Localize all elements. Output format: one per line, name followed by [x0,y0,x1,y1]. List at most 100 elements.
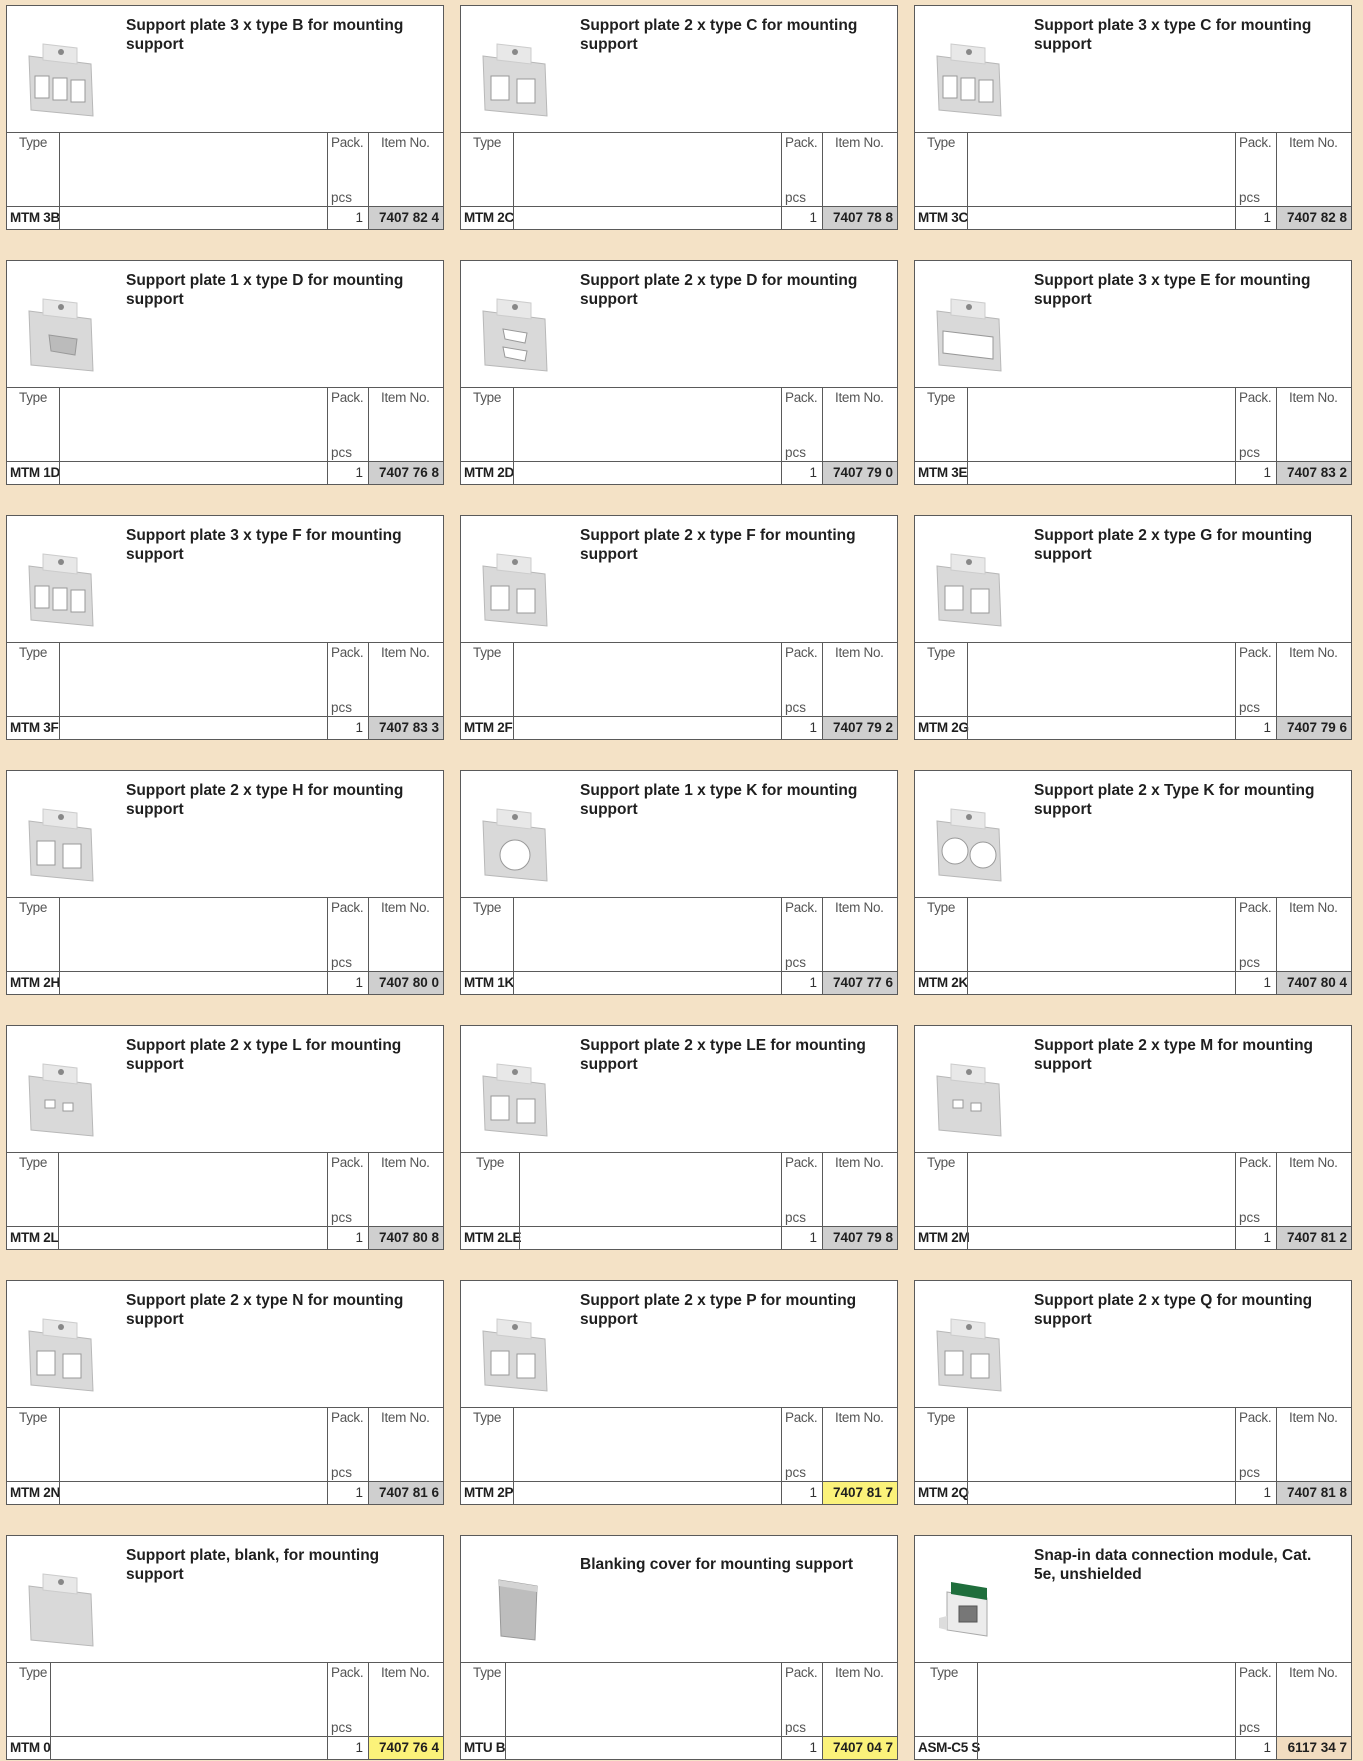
item-no-header: Item No. [381,645,430,660]
item-number: 7407 83 3 [368,717,443,739]
table-row: MTM 2P 1 7407 81 7 [461,1481,897,1504]
pack-value: 1 [1263,465,1271,480]
product-grid: Support plate 3 x type B for mounting su… [0,0,1363,1761]
pack-unit: pcs [1239,190,1261,205]
type-header: Type [473,135,502,150]
plate-2-small-icon [21,1048,101,1138]
pack-header: Pack. [331,1410,364,1425]
item-no-header: Item No. [381,900,430,915]
product-card: Support plate 2 x type F for mounting su… [460,515,898,740]
type-value: MTM 2C [464,210,514,225]
pack-unit: pcs [785,1720,807,1735]
rj45-module-icon [929,1558,1009,1648]
pack-unit: pcs [785,445,807,460]
item-no-header: Item No. [1289,390,1338,405]
pack-unit: pcs [331,445,353,460]
type-value: MTM 2D [464,465,514,480]
pack-unit: pcs [785,190,807,205]
item-no-header: Item No. [381,1410,430,1425]
item-number: 7407 81 7 [822,1482,897,1504]
type-header: Type [19,645,48,660]
type-value: MTM 1D [10,465,60,480]
item-no-header: Item No. [835,1410,884,1425]
type-value: MTM 1K [464,975,514,990]
pack-header: Pack. [785,390,818,405]
type-value: MTM 3C [918,210,968,225]
table-row: MTM 3B 1 7407 82 4 [7,206,443,229]
spec-table: Type Pack. Item No. pcs MTM 2H 1 7407 80 0 [7,897,443,994]
product-title: Support plate 2 x type N for mounting su… [126,1292,404,1328]
product-title: Blanking cover for mounting support [580,1556,853,1573]
table-row: MTM 3C 1 7407 82 8 [915,206,1351,229]
item-number: 7407 80 4 [1276,972,1351,994]
table-row: ASM-C5 S 1 6117 34 7 [915,1736,1351,1759]
product-title: Support plate 2 x Type K for mounting su… [1034,782,1315,818]
type-value: MTM 2H [10,975,60,990]
product-title: Support plate 3 x type F for mounting su… [126,527,402,563]
table-row: MTM 1D 1 7407 76 8 [7,461,443,484]
item-number: 7407 81 2 [1276,1227,1351,1249]
product-title: Support plate 3 x type E for mounting su… [1034,272,1311,308]
item-no-header: Item No. [1289,1665,1338,1680]
spec-table: Type Pack. Item No. pcs MTM 1K 1 7407 77 6 [461,897,897,994]
blanking-cover-icon [475,1558,555,1648]
plate-3-rect-icon [21,28,101,118]
type-header: Type [927,1410,956,1425]
spec-table: Type Pack. Item No. pcs MTM 0 1 7407 76 4 [7,1662,443,1759]
type-value: MTM 2L [10,1230,59,1245]
product-title: Support plate 2 x type C for mounting su… [580,17,858,53]
pack-header: Pack. [1239,900,1272,915]
item-no-header: Item No. [835,645,884,660]
plate-2-rect-icon [475,1048,555,1138]
type-header: Type [476,1155,505,1170]
item-number: 7407 76 4 [368,1737,443,1759]
table-row: MTM 2F 1 7407 79 2 [461,716,897,739]
pack-unit: pcs [785,700,807,715]
pack-header: Pack. [785,900,818,915]
table-row: MTM 3E 1 7407 83 2 [915,461,1351,484]
item-number: 7407 80 8 [368,1227,443,1249]
spec-table: Type Pack. Item No. pcs MTM 2Q 1 7407 81 8 [915,1407,1351,1504]
type-value: MTM 2F [464,720,513,735]
item-number: 7407 77 6 [822,972,897,994]
plate-1-dsub-icon [21,283,101,373]
pack-value: 1 [809,1230,817,1245]
product-card: Support plate 1 x type D for mounting su… [6,260,444,485]
plate-2-rect-icon [21,1303,101,1393]
pack-value: 1 [1263,1230,1271,1245]
type-value: MTU B [464,1740,506,1755]
type-value: MTM 2G [918,720,969,735]
plate-wide-icon [929,283,1009,373]
product-title: Support plate 2 x type G for mounting su… [1034,527,1313,563]
item-no-header: Item No. [835,135,884,150]
type-header: Type [19,135,48,150]
pack-value: 1 [809,975,817,990]
item-number: 7407 82 4 [368,207,443,229]
pack-value: 1 [355,465,363,480]
pack-header: Pack. [1239,1155,1272,1170]
table-row: MTM 2M 1 7407 81 2 [915,1226,1351,1249]
item-no-header: Item No. [1289,1410,1338,1425]
table-row: MTM 2L 1 7407 80 8 [7,1226,443,1249]
type-header: Type [473,390,502,405]
type-value: MTM 3B [10,210,60,225]
type-header: Type [473,645,502,660]
spec-table: Type Pack. Item No. pcs MTM 2D 1 7407 79 0 [461,387,897,484]
product-card: Support plate 1 x type K for mounting su… [460,770,898,995]
product-card: Support plate 3 x type C for mounting su… [914,5,1352,230]
plate-2-small-icon [929,1048,1009,1138]
pack-header: Pack. [331,1665,364,1680]
type-value: ASM-C5 S [918,1740,981,1755]
type-header: Type [473,1410,502,1425]
spec-table: Type Pack. Item No. pcs MTM 3C 1 7407 82 8 [915,132,1351,229]
product-title: Support plate 2 x type D for mounting su… [580,272,858,308]
pack-header: Pack. [331,900,364,915]
type-value: MTM 2Q [918,1485,969,1500]
spec-table: Type Pack. Item No. pcs MTM 3F 1 7407 83 3 [7,642,443,739]
spec-table: Type Pack. Item No. pcs MTM 1D 1 7407 76 8 [7,387,443,484]
product-card: Support plate 2 x type H for mounting su… [6,770,444,995]
plate-1-round-icon [475,793,555,883]
pack-header: Pack. [331,1155,364,1170]
product-card: Snap-in data connection module, Cat. 5e,… [914,1535,1352,1760]
type-header: Type [927,135,956,150]
